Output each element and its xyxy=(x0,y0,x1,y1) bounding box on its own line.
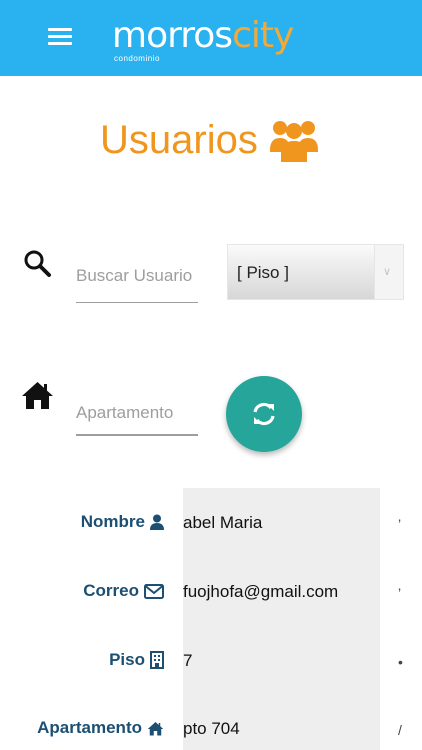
app-logo: morroscity condominio xyxy=(112,15,294,66)
label-apartment: Apartamento xyxy=(37,718,164,738)
value-name: abel Maria xyxy=(183,513,263,532)
label-name: Nombre xyxy=(81,512,164,532)
label-email-text: Correo xyxy=(83,581,139,600)
value-email: fuojhofa@gmail.com xyxy=(183,582,339,601)
users-icon xyxy=(269,121,318,162)
home-icon xyxy=(147,721,164,735)
search-icon xyxy=(24,250,51,277)
next-record-fragment: • xyxy=(398,654,403,670)
next-record-fragment: ’ xyxy=(398,585,402,601)
logo-subtitle: condominio xyxy=(114,54,160,63)
refresh-icon xyxy=(253,402,275,426)
label-apartment-text: Apartamento xyxy=(37,718,142,737)
next-record-fragment: ’ xyxy=(398,516,402,532)
floor-select[interactable]: [ Piso ] ∨ xyxy=(227,244,404,300)
floor-select-value: [ Piso ] xyxy=(237,263,289,282)
apartment-input[interactable] xyxy=(76,392,198,436)
page-title: Usuarios xyxy=(100,117,258,162)
envelope-icon xyxy=(144,583,164,599)
label-name-text: Nombre xyxy=(80,512,145,531)
label-email: Correo xyxy=(83,581,164,601)
logo-text-city: city xyxy=(232,15,294,56)
floor-select-toggle[interactable]: ∨ xyxy=(374,245,403,299)
label-floor: Piso xyxy=(109,650,164,670)
next-record-fragment: / xyxy=(398,722,402,738)
value-floor: 7 xyxy=(183,651,193,670)
home-icon xyxy=(22,382,53,409)
search-user-input[interactable] xyxy=(76,262,198,303)
app-header: morroscity condominio xyxy=(0,0,422,76)
building-icon xyxy=(150,651,164,669)
next-record-column: ’ ’ • / xyxy=(390,488,422,750)
user-detail-panel[interactable]: abel Maria fuojhofa@gmail.com 7 pto 704 xyxy=(183,488,380,750)
logo-text-morros: morros xyxy=(112,15,233,56)
hamburger-menu-icon[interactable] xyxy=(48,28,72,46)
page-title-row: Usuarios xyxy=(100,112,318,168)
chevron-down-icon: ∨ xyxy=(383,266,392,278)
label-floor-text: Piso xyxy=(109,650,145,669)
value-apartment: pto 704 xyxy=(183,719,240,738)
user-icon xyxy=(150,514,164,530)
refresh-button[interactable] xyxy=(226,376,302,452)
